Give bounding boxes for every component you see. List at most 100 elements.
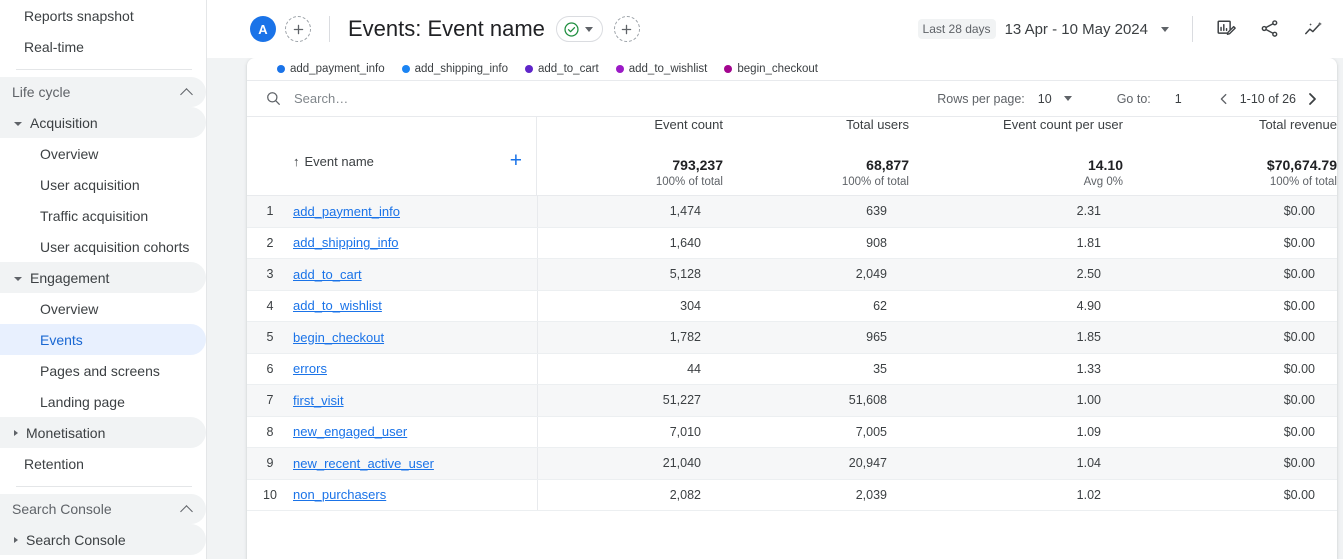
table-row[interactable]: 1 add_payment_info 1,474 639 2.31 $0.00 [247, 195, 1337, 228]
metric-header-cell[interactable]: Event count per user 14.10 Avg 0% [909, 117, 1123, 196]
goto-label: Go to: [1116, 91, 1151, 106]
row-event-count-per-user: 1.00 [909, 384, 1123, 417]
event-name-link[interactable]: new_recent_active_user [293, 456, 434, 471]
row-total-users: 2,049 [723, 258, 909, 291]
row-event-count: 51,227 [537, 384, 723, 417]
table-row[interactable]: 9 new_recent_active_user 21,040 20,947 1.04 $… [247, 447, 1337, 480]
event-name-link[interactable]: begin_checkout [293, 330, 384, 345]
table-row[interactable]: 8 new_engaged_user 7,010 7,005 1.09 $0.00 [247, 416, 1337, 448]
sidebar-group-search-console[interactable]: Search Console [0, 524, 206, 555]
legend-item[interactable]: begin_checkout [724, 63, 818, 75]
page-header: A Events: Event name Last 28 days 13 Apr… [207, 0, 1343, 58]
metric-header-cell[interactable]: Total revenue $70,674.79 100% of total [1123, 117, 1337, 196]
sidebar-item-user-acquisition[interactable]: User acquisition [0, 169, 206, 200]
event-name-link[interactable]: add_payment_info [293, 204, 400, 219]
row-event-count: 5,128 [537, 258, 723, 291]
row-total-users: 7,005 [723, 416, 909, 448]
add-dimension-button[interactable]: + [510, 150, 522, 171]
share-icon[interactable] [1259, 18, 1281, 40]
next-page-button[interactable] [1301, 88, 1323, 110]
event-name-link[interactable]: errors [293, 361, 327, 376]
search-box[interactable] [265, 90, 937, 107]
sidebar-item-label: User acquisition cohorts [40, 238, 190, 255]
legend-color-dot [401, 65, 410, 73]
add-item-button[interactable] [613, 16, 640, 42]
metric-total: 14.10 [1087, 157, 1123, 173]
row-total-users: 20,947 [723, 447, 909, 480]
row-event-count-per-user: 1.81 [909, 227, 1123, 259]
row-event-count: 2,082 [537, 479, 723, 511]
caret-icon [14, 429, 18, 436]
chevron-up-icon[interactable] [180, 85, 194, 99]
row-total-revenue: $0.00 [1123, 447, 1337, 480]
event-name-link[interactable]: add_to_cart [293, 267, 362, 282]
header-right-controls: Last 28 days 13 Apr - 10 May 2024 [917, 16, 1343, 42]
sidebar-item-pages-and-screens[interactable]: Pages and screens [0, 355, 206, 386]
rows-per-page-select[interactable]: 10 [1038, 92, 1075, 106]
row-total-revenue: $0.00 [1123, 321, 1337, 354]
sidebar-group-monetisation[interactable]: Monetisation [0, 417, 206, 448]
sidebar-item-overview[interactable]: Overview [0, 138, 206, 169]
legend-label: add_to_cart [538, 63, 599, 75]
rows-per-page-value: 10 [1037, 91, 1052, 106]
search-input[interactable] [292, 90, 552, 107]
sidebar-item-real-time[interactable]: Real-time [0, 31, 206, 62]
date-chevron-down-icon[interactable] [1161, 26, 1169, 32]
dimension-header-cell[interactable]: ↑ Event name + [293, 117, 537, 196]
sidebar-section-life-cycle[interactable]: Life cycle [0, 77, 206, 107]
sidebar-item-landing-page[interactable]: Landing page [0, 386, 206, 417]
caret-icon [14, 276, 22, 281]
sidebar-group-acquisition[interactable]: Acquisition [0, 107, 206, 138]
left-sidebar: Reports snapshot Real-time Life cycle Acqui… [0, 0, 207, 559]
table-row[interactable]: 3 add_to_cart 5,128 2,049 2.50 $0.00 [247, 258, 1337, 291]
date-preset-chip[interactable]: Last 28 days [917, 19, 996, 39]
metric-header-cell[interactable]: Event count 793,237 100% of total [537, 117, 723, 196]
sidebar-item-reports-snapshot[interactable]: Reports snapshot [0, 0, 206, 31]
table-row[interactable]: 5 begin_checkout 1,782 965 1.85 $0.00 [247, 321, 1337, 354]
prev-page-button[interactable] [1213, 88, 1235, 110]
customise-report-icon[interactable] [1215, 18, 1237, 40]
row-rank: 6 [247, 353, 293, 385]
events-table: ↑ Event name + Event count 793,237 100% … [247, 117, 1337, 511]
row-event-count-per-user: 2.50 [909, 258, 1123, 291]
event-name-link[interactable]: add_to_wishlist [293, 298, 382, 313]
sidebar-item-retention[interactable]: Retention [0, 448, 206, 479]
table-row[interactable]: 7 first_visit 51,227 51,608 1.00 $0.00 [247, 384, 1337, 417]
metric-header-cell[interactable]: Total users 68,877 100% of total [723, 117, 909, 196]
event-name-link[interactable]: first_visit [293, 393, 344, 408]
sidebar-item-label: Traffic acquisition [40, 207, 149, 224]
report-status-badge[interactable] [555, 16, 603, 42]
sidebar-item-label: Overview [40, 145, 99, 162]
event-name-link[interactable]: add_shipping_info [293, 235, 399, 250]
chevron-up-icon[interactable] [180, 502, 194, 516]
table-row[interactable]: 6 errors 44 35 1.33 $0.00 [247, 353, 1337, 385]
legend-item[interactable]: add_shipping_info [401, 63, 508, 75]
insights-icon[interactable] [1303, 18, 1325, 40]
sidebar-item-user-acquisition-cohorts[interactable]: User acquisition cohorts [0, 231, 206, 262]
event-name-link[interactable]: non_purchasers [293, 487, 386, 502]
sidebar-group-engagement[interactable]: Engagement [0, 262, 206, 293]
sort-ascending-icon[interactable]: ↑ [293, 154, 300, 169]
table-row[interactable]: 10 non_purchasers 2,082 2,039 1.02 $0.00 [247, 479, 1337, 511]
table-row[interactable]: 4 add_to_wishlist 304 62 4.90 $0.00 [247, 290, 1337, 322]
legend-item[interactable]: add_to_cart [525, 63, 599, 75]
add-comparison-button[interactable] [285, 16, 311, 42]
goto-input[interactable]: 1 [1175, 92, 1182, 106]
sidebar-item-traffic-acquisition[interactable]: Traffic acquisition [0, 200, 206, 231]
avatar[interactable]: A [250, 16, 276, 42]
table-toolbar: Rows per page: 10 Go to: 1 1-10 of 26 [247, 80, 1337, 117]
row-rank: 8 [247, 416, 293, 448]
events-table-card: add_payment_info add_shipping_info add_to_… [247, 58, 1337, 559]
sidebar-item-events[interactable]: Events [0, 324, 206, 355]
row-total-users: 639 [723, 195, 909, 228]
date-range-label[interactable]: 13 Apr - 10 May 2024 [1005, 21, 1148, 38]
sidebar-section-label: Life cycle [12, 84, 71, 100]
legend-item[interactable]: add_to_wishlist [615, 63, 707, 75]
row-total-users: 62 [723, 290, 909, 322]
sidebar-section-search-console[interactable]: Search Console [0, 494, 206, 524]
table-row[interactable]: 2 add_shipping_info 1,640 908 1.81 $0.00 [247, 227, 1337, 259]
legend-item[interactable]: add_payment_info [277, 63, 385, 75]
sidebar-item-overview[interactable]: Overview [0, 293, 206, 324]
row-event-count: 7,010 [537, 416, 723, 448]
event-name-link[interactable]: new_engaged_user [293, 424, 407, 439]
